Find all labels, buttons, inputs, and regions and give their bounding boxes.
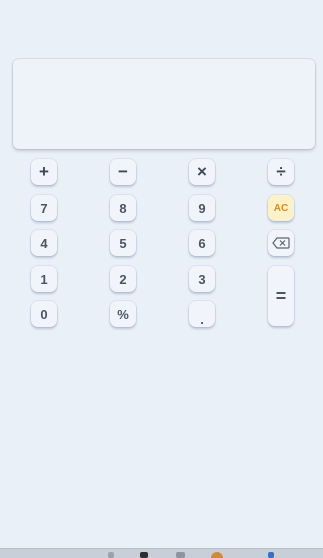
minus-button[interactable]: −	[110, 159, 136, 185]
taskbar-icon[interactable]	[140, 552, 148, 558]
digit-9-button[interactable]: 9	[189, 195, 215, 221]
taskbar-icon[interactable]	[108, 552, 114, 558]
all-clear-button[interactable]: AC	[268, 195, 294, 221]
taskbar-app-icon[interactable]	[211, 552, 223, 558]
digit-1-button[interactable]: 1	[31, 266, 57, 292]
digit-2-button[interactable]: 2	[110, 266, 136, 292]
digit-0-button[interactable]: 0	[31, 301, 57, 327]
digit-5-button[interactable]: 5	[110, 230, 136, 256]
calculator-display	[13, 59, 315, 149]
taskbar-icon[interactable]	[176, 552, 185, 558]
digit-6-button[interactable]: 6	[189, 230, 215, 256]
multiply-button[interactable]: ×	[189, 159, 215, 185]
backspace-icon	[272, 237, 290, 249]
digit-3-button[interactable]: 3	[189, 266, 215, 292]
digit-4-button[interactable]: 4	[31, 230, 57, 256]
equals-button[interactable]: =	[268, 266, 294, 326]
plus-button[interactable]: +	[31, 159, 57, 185]
digit-8-button[interactable]: 8	[110, 195, 136, 221]
divide-button[interactable]: ÷	[268, 159, 294, 185]
calculator-app: + − × ÷ 7 8 9 AC 4 5 6 1 2 3 = 0 % .	[0, 0, 323, 548]
percent-button[interactable]: %	[110, 301, 136, 327]
decimal-button[interactable]: .	[189, 301, 215, 327]
digit-7-button[interactable]: 7	[31, 195, 57, 221]
backspace-button[interactable]	[268, 230, 294, 256]
taskbar-icon[interactable]	[268, 552, 274, 558]
